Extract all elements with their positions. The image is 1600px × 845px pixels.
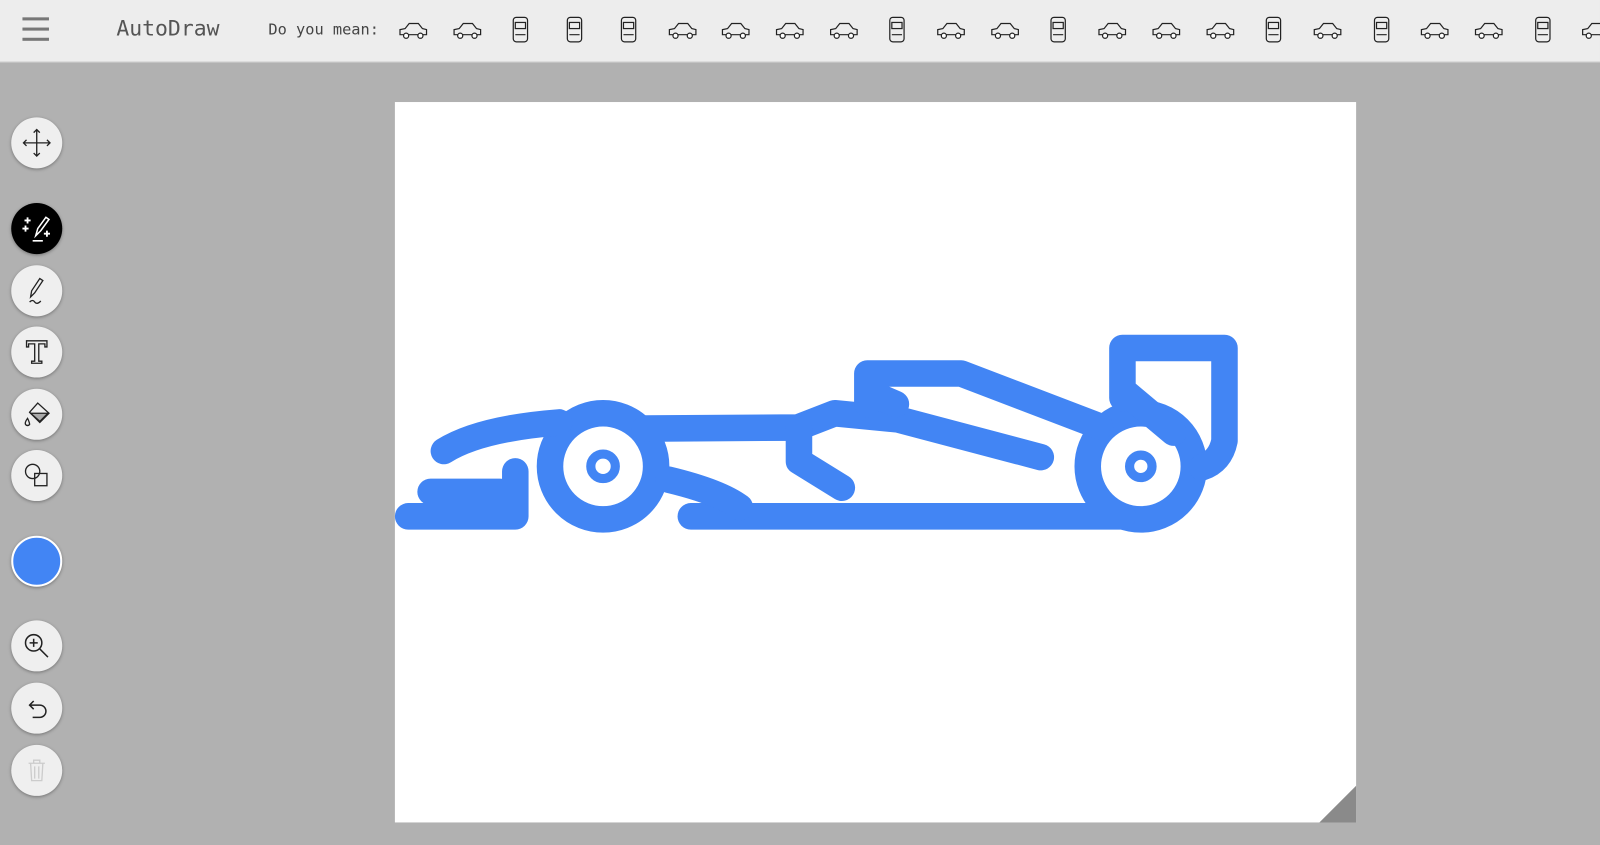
rear-wing (1109, 334, 1238, 481)
autodraw-tool-button[interactable] (11, 203, 63, 255)
shapes-icon (24, 463, 48, 487)
color-picker-button[interactable] (11, 535, 63, 587)
text-icon (25, 340, 48, 364)
delete-button[interactable] (11, 744, 63, 796)
shape-tool-button[interactable] (11, 449, 63, 502)
race-car-drawing (394, 334, 1238, 533)
move-tool-button[interactable] (11, 117, 63, 169)
zoom-tool-button[interactable] (11, 620, 63, 672)
front-wing (394, 458, 529, 530)
cockpit (785, 415, 856, 502)
autodraw-sparkle-pen-icon (22, 216, 51, 242)
fill-tool-button[interactable] (11, 388, 63, 440)
undo-icon (28, 700, 47, 719)
undo-button[interactable] (11, 682, 63, 734)
paint-bucket-icon (24, 402, 50, 427)
rear-hub (1124, 450, 1157, 483)
move-icon (22, 128, 51, 158)
sidepod (655, 466, 754, 521)
type-tool-button[interactable] (11, 326, 63, 378)
pencil-icon (29, 277, 44, 304)
body-line (631, 399, 1055, 471)
draw-tool-button[interactable] (11, 265, 63, 317)
trash-icon (28, 759, 45, 782)
front-hub (586, 449, 620, 484)
zoom-in-icon (24, 633, 49, 658)
